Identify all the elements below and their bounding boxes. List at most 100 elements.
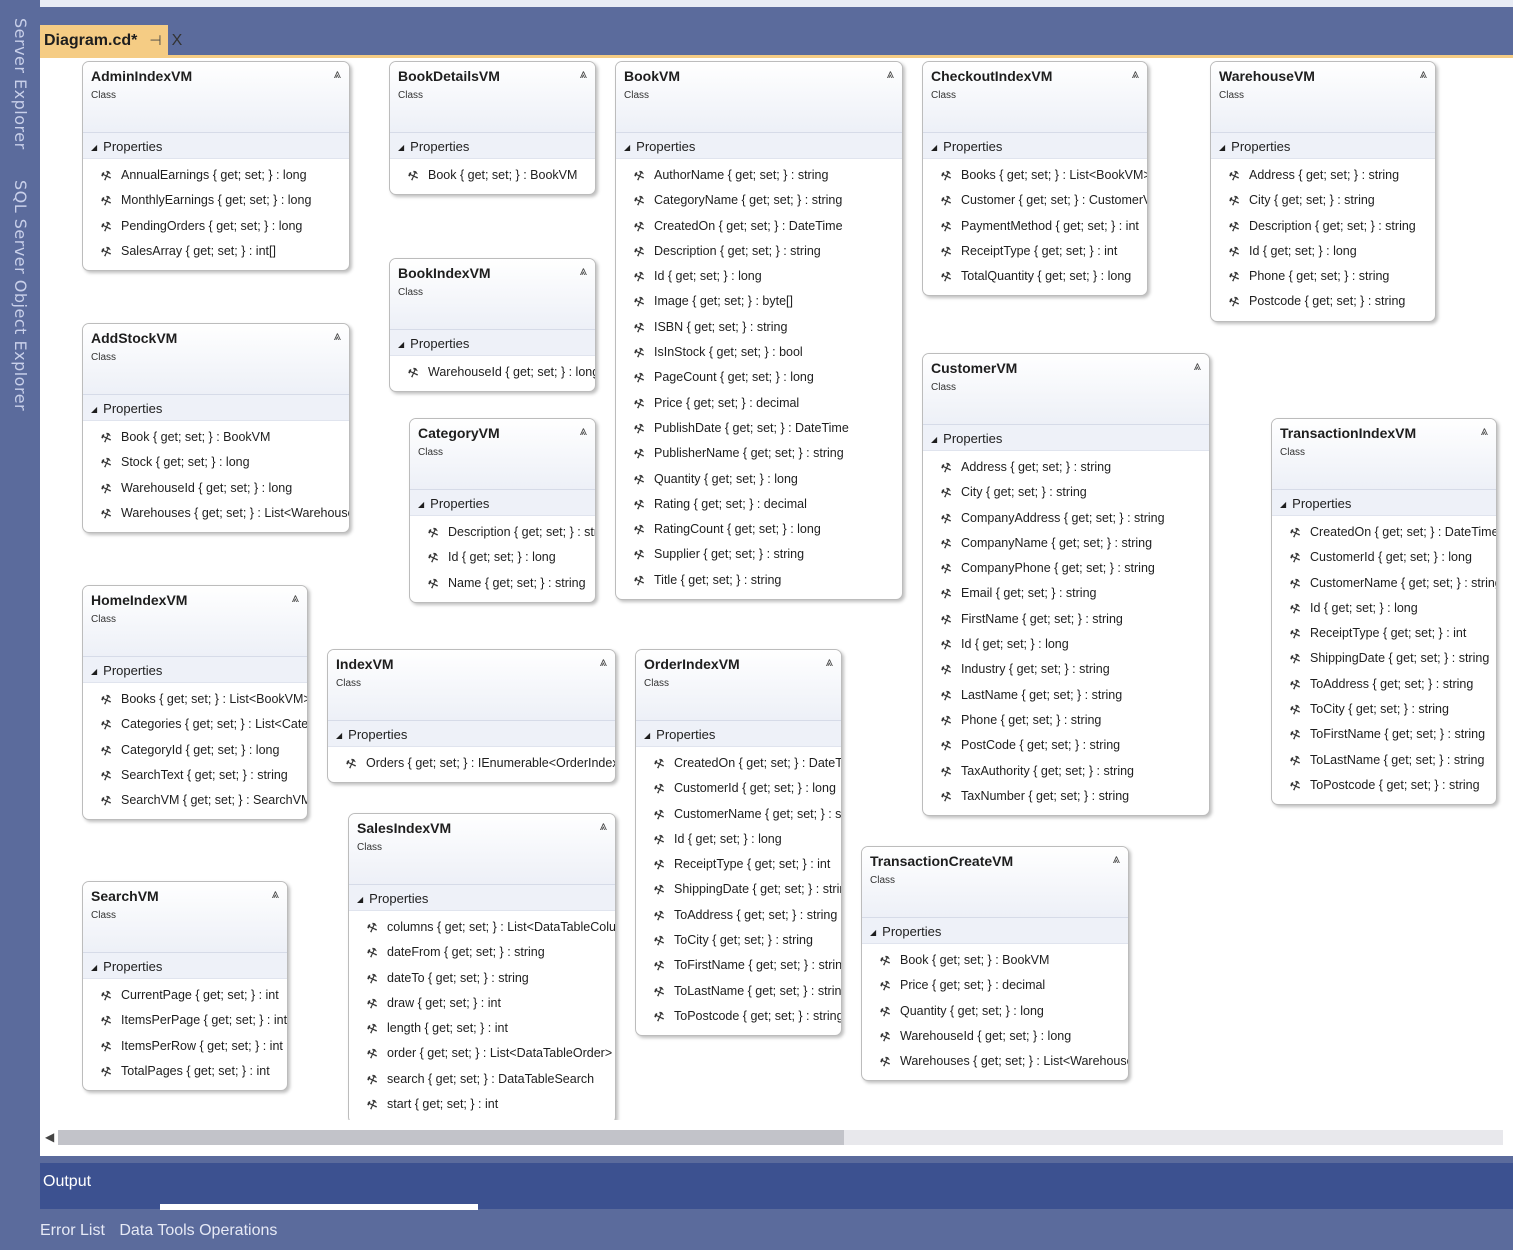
class-header[interactable]: CategoryVM Class ⩓ [410, 419, 595, 490]
property-row[interactable]: ⚒ Book { get; set; } : BookVM [83, 425, 349, 450]
class-header[interactable]: BookIndexVM Class ⩓ [390, 259, 595, 330]
property-row[interactable]: ⚒ ReceiptType { get; set; } : int [1272, 621, 1496, 646]
class-header[interactable]: TransactionIndexVM Class ⩓ [1272, 419, 1496, 490]
property-row[interactable]: ⚒ ToCity { get; set; } : string [636, 928, 841, 953]
class-header[interactable]: CheckoutIndexVM Class ⩓ [923, 62, 1147, 133]
property-row[interactable]: ⚒ PostCode { get; set; } : string [923, 733, 1209, 758]
property-row[interactable]: ⚒ Address { get; set; } : string [923, 455, 1209, 480]
property-row[interactable]: ⚒ CustomerName { get; set; } : string [1272, 571, 1496, 596]
property-row[interactable]: ⚒ Customer { get; set; } : CustomerVM [923, 188, 1147, 213]
property-row[interactable]: ⚒ CompanyPhone { get; set; } : string [923, 556, 1209, 581]
property-row[interactable]: ⚒ TaxNumber { get; set; } : string [923, 784, 1209, 809]
property-row[interactable]: ⚒ Warehouses { get; set; } : List<Warehou… [862, 1049, 1128, 1074]
property-row[interactable]: ⚒ IsInStock { get; set; } : bool [616, 340, 902, 365]
triangle-down-icon[interactable]: ◢ [870, 928, 876, 937]
property-row[interactable]: ⚒ TaxAuthority { get; set; } : string [923, 759, 1209, 784]
class-shape-categoryvm[interactable]: CategoryVM Class ⩓ ◢ Properties ⚒ Description … [409, 418, 596, 603]
property-row[interactable]: ⚒ WarehouseId { get; set; } : long [83, 476, 349, 501]
scrollbar-thumb[interactable] [58, 1130, 844, 1145]
property-row[interactable]: ⚒ Orders { get; set; } : IEnumerable<Orde… [328, 751, 615, 776]
double-chevron-up-icon[interactable]: ⩓ [1132, 66, 1139, 82]
property-row[interactable]: ⚒ ToAddress { get; set; } : string [1272, 672, 1496, 697]
property-row[interactable]: ⚒ CreatedOn { get; set; } : DateTime [616, 214, 902, 239]
properties-section-header[interactable]: ◢ Properties [410, 490, 595, 516]
triangle-down-icon[interactable]: ◢ [398, 143, 404, 152]
property-row[interactable]: ⚒ length { get; set; } : int [349, 1016, 615, 1041]
property-row[interactable]: ⚒ ItemsPerRow { get; set; } : int [83, 1034, 287, 1059]
property-row[interactable]: ⚒ ToLastName { get; set; } : string [1272, 748, 1496, 773]
class-header[interactable]: WarehouseVM Class ⩓ [1211, 62, 1435, 133]
property-row[interactable]: ⚒ ReceiptType { get; set; } : int [636, 852, 841, 877]
property-row[interactable]: ⚒ dateTo { get; set; } : string [349, 966, 615, 991]
class-header[interactable]: CustomerVM Class ⩓ [923, 354, 1209, 425]
property-row[interactable]: ⚒ TotalPages { get; set; } : int [83, 1059, 287, 1084]
double-chevron-up-icon[interactable]: ⩓ [600, 654, 607, 670]
class-shape-salesindexvm[interactable]: SalesIndexVM Class ⩓ ◢ Properties ⚒ columns { … [348, 813, 616, 1120]
property-row[interactable]: ⚒ Book { get; set; } : BookVM [390, 163, 595, 188]
property-row[interactable]: ⚒ CategoryId { get; set; } : long [83, 738, 307, 763]
property-row[interactable]: ⚒ FirstName { get; set; } : string [923, 607, 1209, 632]
property-row[interactable]: ⚒ PendingOrders { get; set; } : long [83, 214, 349, 239]
triangle-down-icon[interactable]: ◢ [91, 143, 97, 152]
property-row[interactable]: ⚒ CurrentPage { get; set; } : int [83, 983, 287, 1008]
property-row[interactable]: ⚒ Books { get; set; } : List<BookVM> [83, 687, 307, 712]
double-chevron-up-icon[interactable]: ⩓ [1194, 358, 1201, 374]
triangle-down-icon[interactable]: ◢ [91, 405, 97, 414]
property-row[interactable]: ⚒ PublisherName { get; set; } : string [616, 441, 902, 466]
diagram-document-tab[interactable]: Diagram.cd* ⊣ X [40, 25, 182, 56]
properties-section-header[interactable]: ◢ Properties [1272, 490, 1496, 516]
server-explorer-tab[interactable]: Server Explorer [6, 18, 34, 150]
property-row[interactable]: ⚒ ToCity { get; set; } : string [1272, 697, 1496, 722]
double-chevron-up-icon[interactable]: ⩓ [1113, 851, 1120, 867]
triangle-down-icon[interactable]: ◢ [624, 143, 630, 152]
properties-section-header[interactable]: ◢ Properties [636, 721, 841, 747]
property-row[interactable]: ⚒ LastName { get; set; } : string [923, 683, 1209, 708]
class-header[interactable]: OrderIndexVM Class ⩓ [636, 650, 841, 721]
triangle-down-icon[interactable]: ◢ [931, 143, 937, 152]
class-header[interactable]: HomeIndexVM Class ⩓ [83, 586, 307, 657]
property-row[interactable]: ⚒ Categories { get; set; } : List<Categor… [83, 712, 307, 737]
property-row[interactable]: ⚒ draw { get; set; } : int [349, 991, 615, 1016]
property-row[interactable]: ⚒ ItemsPerPage { get; set; } : int [83, 1008, 287, 1033]
class-header[interactable]: BookDetailsVM Class ⩓ [390, 62, 595, 133]
class-shape-indexvm[interactable]: IndexVM Class ⩓ ◢ Properties ⚒ Orders { get; s… [327, 649, 616, 784]
property-row[interactable]: ⚒ Address { get; set; } : string [1211, 163, 1435, 188]
properties-section-header[interactable]: ◢ Properties [83, 657, 307, 683]
properties-section-header[interactable]: ◢ Properties [328, 721, 615, 747]
property-row[interactable]: ⚒ Price { get; set; } : decimal [862, 973, 1128, 998]
properties-section-header[interactable]: ◢ Properties [616, 133, 902, 159]
class-shape-homeindexvm[interactable]: HomeIndexVM Class ⩓ ◢ Properties ⚒ Books { get… [82, 585, 308, 821]
double-chevron-up-icon[interactable]: ⩓ [1481, 423, 1488, 439]
property-row[interactable]: ⚒ CategoryName { get; set; } : string [616, 188, 902, 213]
property-row[interactable]: ⚒ Stock { get; set; } : long [83, 450, 349, 475]
property-row[interactable]: ⚒ CustomerId { get; set; } : long [636, 776, 841, 801]
property-row[interactable]: ⚒ Description { get; set; } : string [616, 239, 902, 264]
properties-section-header[interactable]: ◢ Properties [349, 885, 615, 911]
properties-section-header[interactable]: ◢ Properties [83, 953, 287, 979]
property-row[interactable]: ⚒ Description { get; set; } : string [1211, 214, 1435, 239]
property-row[interactable]: ⚒ Book { get; set; } : BookVM [862, 948, 1128, 973]
close-icon[interactable]: X [172, 32, 183, 50]
double-chevron-up-icon[interactable]: ⩓ [1420, 66, 1427, 82]
property-row[interactable]: ⚒ PageCount { get; set; } : long [616, 365, 902, 390]
class-shape-transactioncreatevm[interactable]: TransactionCreateVM Class ⩓ ◢ Properties ⚒ Boo… [861, 846, 1129, 1082]
class-shape-orderindexvm[interactable]: OrderIndexVM Class ⩓ ◢ Properties ⚒ CreatedOn … [635, 649, 842, 1037]
horizontal-scrollbar[interactable]: ◀ [40, 1120, 1513, 1156]
class-shape-warehousevm[interactable]: WarehouseVM Class ⩓ ◢ Properties ⚒ Address { g… [1210, 61, 1436, 322]
property-row[interactable]: ⚒ ToAddress { get; set; } : string [636, 903, 841, 928]
property-row[interactable]: ⚒ CustomerId { get; set; } : long [1272, 545, 1496, 570]
property-row[interactable]: ⚒ Warehouses { get; set; } : List<Warehou… [83, 501, 349, 526]
class-header[interactable]: TransactionCreateVM Class ⩓ [862, 847, 1128, 918]
property-row[interactable]: ⚒ Price { get; set; } : decimal [616, 391, 902, 416]
double-chevron-up-icon[interactable]: ⩓ [272, 886, 279, 902]
property-row[interactable]: ⚒ Id { get; set; } : long [1211, 239, 1435, 264]
property-row[interactable]: ⚒ ToPostcode { get; set; } : string [636, 1004, 841, 1029]
class-header[interactable]: SalesIndexVM Class ⩓ [349, 814, 615, 885]
properties-section-header[interactable]: ◢ Properties [390, 330, 595, 356]
property-row[interactable]: ⚒ Id { get; set; } : long [616, 264, 902, 289]
property-row[interactable]: ⚒ ShippingDate { get; set; } : string [1272, 646, 1496, 671]
tab-data-tools-operations[interactable]: Data Tools Operations [119, 1222, 277, 1240]
property-row[interactable]: ⚒ RatingCount { get; set; } : long [616, 517, 902, 542]
triangle-down-icon[interactable]: ◢ [418, 500, 424, 509]
property-row[interactable]: ⚒ SalesArray { get; set; } : int[] [83, 239, 349, 264]
